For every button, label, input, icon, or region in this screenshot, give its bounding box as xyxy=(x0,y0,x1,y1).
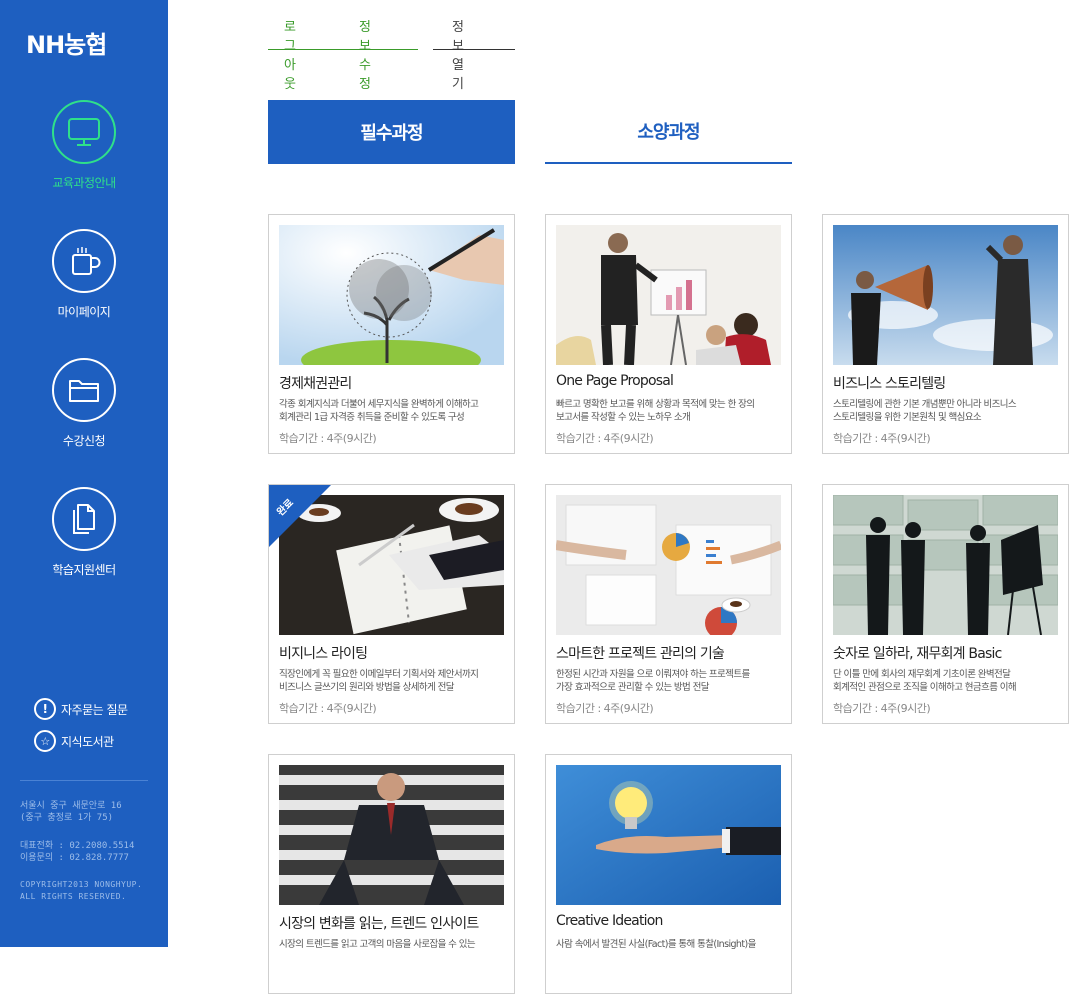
course-period: 학습기간 : 4주(9시간) xyxy=(279,702,377,715)
course-card[interactable]: One Page Proposal 빠르고 명확한 보고를 위해 상황과 목적에… xyxy=(545,214,792,454)
logout-link[interactable]: 로그아웃 xyxy=(284,16,296,92)
course-card[interactable]: 경제채권관리 각종 회계지식과 더불어 세무지식을 완벽하게 이해하고 회계관리… xyxy=(268,214,515,454)
address-line: (중구 충정로 1가 75) xyxy=(20,813,114,823)
course-card[interactable]: 완료 비지니스 라이팅 직장인에게 꼭 필요한 이메일부터 기획서와 제안서까지… xyxy=(268,484,515,724)
copyright: COPYRIGHT2013 NONGHYUP. ALL RIGHTS RESER… xyxy=(20,879,142,903)
course-title: 경제채권관리 xyxy=(279,376,352,392)
course-card[interactable]: 숫자로 일하라, 재무회계 Basic 단 이틀 만에 회사의 재무회계 기초이… xyxy=(822,484,1069,724)
sidebar-item-label: 마이페이지 xyxy=(57,305,111,319)
contact-line: 대표전화 : 02.2080.5514 xyxy=(20,841,135,851)
address-line: 서울시 중구 새문안로 16 xyxy=(20,801,122,811)
course-thumbnail xyxy=(556,225,781,365)
description-line: 단 이틀 만에 회사의 재무회계 기초이론 완벽전달 xyxy=(833,669,1011,680)
contact: 대표전화 : 02.2080.5514 이용문의 : 02.828.7777 xyxy=(20,840,134,864)
tab-required[interactable]: 필수과정 xyxy=(268,100,515,164)
course-period: 학습기간 : 4주(9시간) xyxy=(556,702,654,715)
monitor-icon xyxy=(52,100,116,164)
course-thumbnail xyxy=(279,765,504,905)
course-thumbnail xyxy=(833,495,1058,635)
description-line: 스토리텔링에 관한 기본 개념뿐만 아니라 비즈니스 xyxy=(833,399,1017,410)
sidebar-item-label: 학습지원센터 xyxy=(52,563,116,577)
description-line: 스토리텔링을 위한 기본원칙 및 핵심요소 xyxy=(833,412,982,423)
sidebar-divider xyxy=(20,780,148,781)
folder-icon xyxy=(52,358,116,422)
sidebar: NH농협 교육과정안내 마이페이지 수강신청 학습지원센터 ! 자주묻는 질문 … xyxy=(0,0,168,947)
description-line: 가장 효과적으로 관리할 수 있는 방법 전달 xyxy=(556,682,710,693)
tab-elective[interactable]: 소양과정 xyxy=(545,100,792,164)
course-title: 비즈니스 스토리텔링 xyxy=(833,376,946,392)
contact-line: 이용문의 : 02.828.7777 xyxy=(20,853,129,863)
course-period: 학습기간 : 4주(9시간) xyxy=(833,702,931,715)
description-line: 직장인에게 꼭 필요한 이메일부터 기획서와 제안서까지 xyxy=(279,669,479,680)
course-title: 비지니스 라이팅 xyxy=(279,646,368,662)
document-icon xyxy=(52,487,116,551)
description-line: 한정된 시간과 자원을 으로 이뤄져야 하는 프로젝트를 xyxy=(556,669,750,680)
view-profile-link[interactable]: 정보열기 xyxy=(452,16,464,92)
course-description: 스토리텔링에 관한 기본 개념뿐만 아니라 비즈니스 스토리텔링을 위한 기본원… xyxy=(833,398,1063,424)
course-description: 직장인에게 꼭 필요한 이메일부터 기획서와 제안서까지 비즈니스 글쓰기의 원… xyxy=(279,668,509,694)
faq-link[interactable]: ! 자주묻는 질문 xyxy=(34,698,128,720)
course-title: 숫자로 일하라, 재무회계 Basic xyxy=(833,646,1002,662)
description-line: 사람 속에서 발견된 사실(Fact)를 통해 통찰(Insight)을 xyxy=(556,939,756,950)
course-card[interactable]: 스마트한 프로젝트 관리의 기술 한정된 시간과 자원을 으로 이뤄져야 하는 … xyxy=(545,484,792,724)
course-thumbnail xyxy=(279,225,504,365)
cup-icon xyxy=(52,229,116,293)
sidebar-item-label: 교육과정안내 xyxy=(52,176,116,190)
course-description: 각종 회계지식과 더불어 세무지식을 완벽하게 이해하고 회계관리 1급 자격증… xyxy=(279,398,509,424)
course-period: 학습기간 : 4주(9시간) xyxy=(279,432,377,445)
sidebar-item-support[interactable]: 학습지원센터 xyxy=(0,487,168,578)
description-line: 보고서를 작성할 수 있는 노하우 소개 xyxy=(556,412,691,423)
copyright-line: ALL RIGHTS RESERVED. xyxy=(20,892,127,901)
course-card[interactable]: 비즈니스 스토리텔링 스토리텔링에 관한 기본 개념뿐만 아니라 비즈니스 스토… xyxy=(822,214,1069,454)
description-line: 빠르고 명확한 보고를 위해 상황과 목적에 맞는 한 장의 xyxy=(556,399,755,410)
course-period: 학습기간 : 4주(9시간) xyxy=(833,432,931,445)
course-title: 스마트한 프로젝트 관리의 기술 xyxy=(556,646,725,662)
edit-profile-link[interactable]: 정보수정 xyxy=(359,16,371,92)
course-description: 시장의 트렌드를 읽고 고객의 마음을 사로잡을 수 있는 xyxy=(279,938,509,951)
course-thumbnail xyxy=(556,765,781,905)
copyright-line: COPYRIGHT2013 NONGHYUP. xyxy=(20,880,143,889)
course-description: 한정된 시간과 자원을 으로 이뤄져야 하는 프로젝트를 가장 효과적으로 관리… xyxy=(556,668,786,694)
sidebar-item-course-info[interactable]: 교육과정안내 xyxy=(0,100,168,191)
description-line: 시장의 트렌드를 읽고 고객의 마음을 사로잡을 수 있는 xyxy=(279,939,476,950)
course-card[interactable]: Creative Ideation 사람 속에서 발견된 사실(Fact)를 통… xyxy=(545,754,792,994)
course-description: 빠르고 명확한 보고를 위해 상황과 목적에 맞는 한 장의 보고서를 작성할 … xyxy=(556,398,786,424)
exclamation-icon: ! xyxy=(34,698,56,720)
description-line: 비즈니스 글쓰기의 원리와 방법을 상세하게 전달 xyxy=(279,682,455,693)
course-title: 시장의 변화를 읽는, 트렌드 인사이트 xyxy=(279,916,479,932)
course-description: 단 이틀 만에 회사의 재무회계 기초이론 완벽전달 회계적인 관점으로 조직을… xyxy=(833,668,1063,694)
top-nav-underline xyxy=(268,49,418,50)
nh-logo[interactable]: NH농협 xyxy=(26,25,107,60)
sidebar-item-label: 수강신청 xyxy=(62,434,106,448)
description-line: 회계관리 1급 자격증 취득을 준비할 수 있도록 구성 xyxy=(279,412,465,423)
library-link[interactable]: ☆ 지식도서관 xyxy=(34,730,114,752)
sidebar-item-enroll[interactable]: 수강신청 xyxy=(0,358,168,449)
course-thumbnail xyxy=(556,495,781,635)
course-period: 학습기간 : 4주(9시간) xyxy=(556,432,654,445)
description-line: 각종 회계지식과 더불어 세무지식을 완벽하게 이해하고 xyxy=(279,399,479,410)
course-card[interactable]: 시장의 변화를 읽는, 트렌드 인사이트 시장의 트렌드를 읽고 고객의 마음을… xyxy=(268,754,515,994)
star-icon: ☆ xyxy=(34,730,56,752)
course-description: 사람 속에서 발견된 사실(Fact)를 통해 통찰(Insight)을 xyxy=(556,938,786,951)
description-line: 회계적인 관점으로 조직을 이해하고 현금흐름 이해 xyxy=(833,682,1017,693)
course-thumbnail xyxy=(833,225,1058,365)
top-nav-underline xyxy=(433,49,515,50)
completed-badge xyxy=(269,485,331,547)
address: 서울시 중구 새문안로 16 (중구 충정로 1가 75) xyxy=(20,800,122,824)
course-title: Creative Ideation xyxy=(556,913,663,929)
sidebar-item-mypage[interactable]: 마이페이지 xyxy=(0,229,168,320)
course-title: One Page Proposal xyxy=(556,373,674,389)
faq-label: 자주묻는 질문 xyxy=(61,702,128,717)
library-label: 지식도서관 xyxy=(61,734,114,749)
